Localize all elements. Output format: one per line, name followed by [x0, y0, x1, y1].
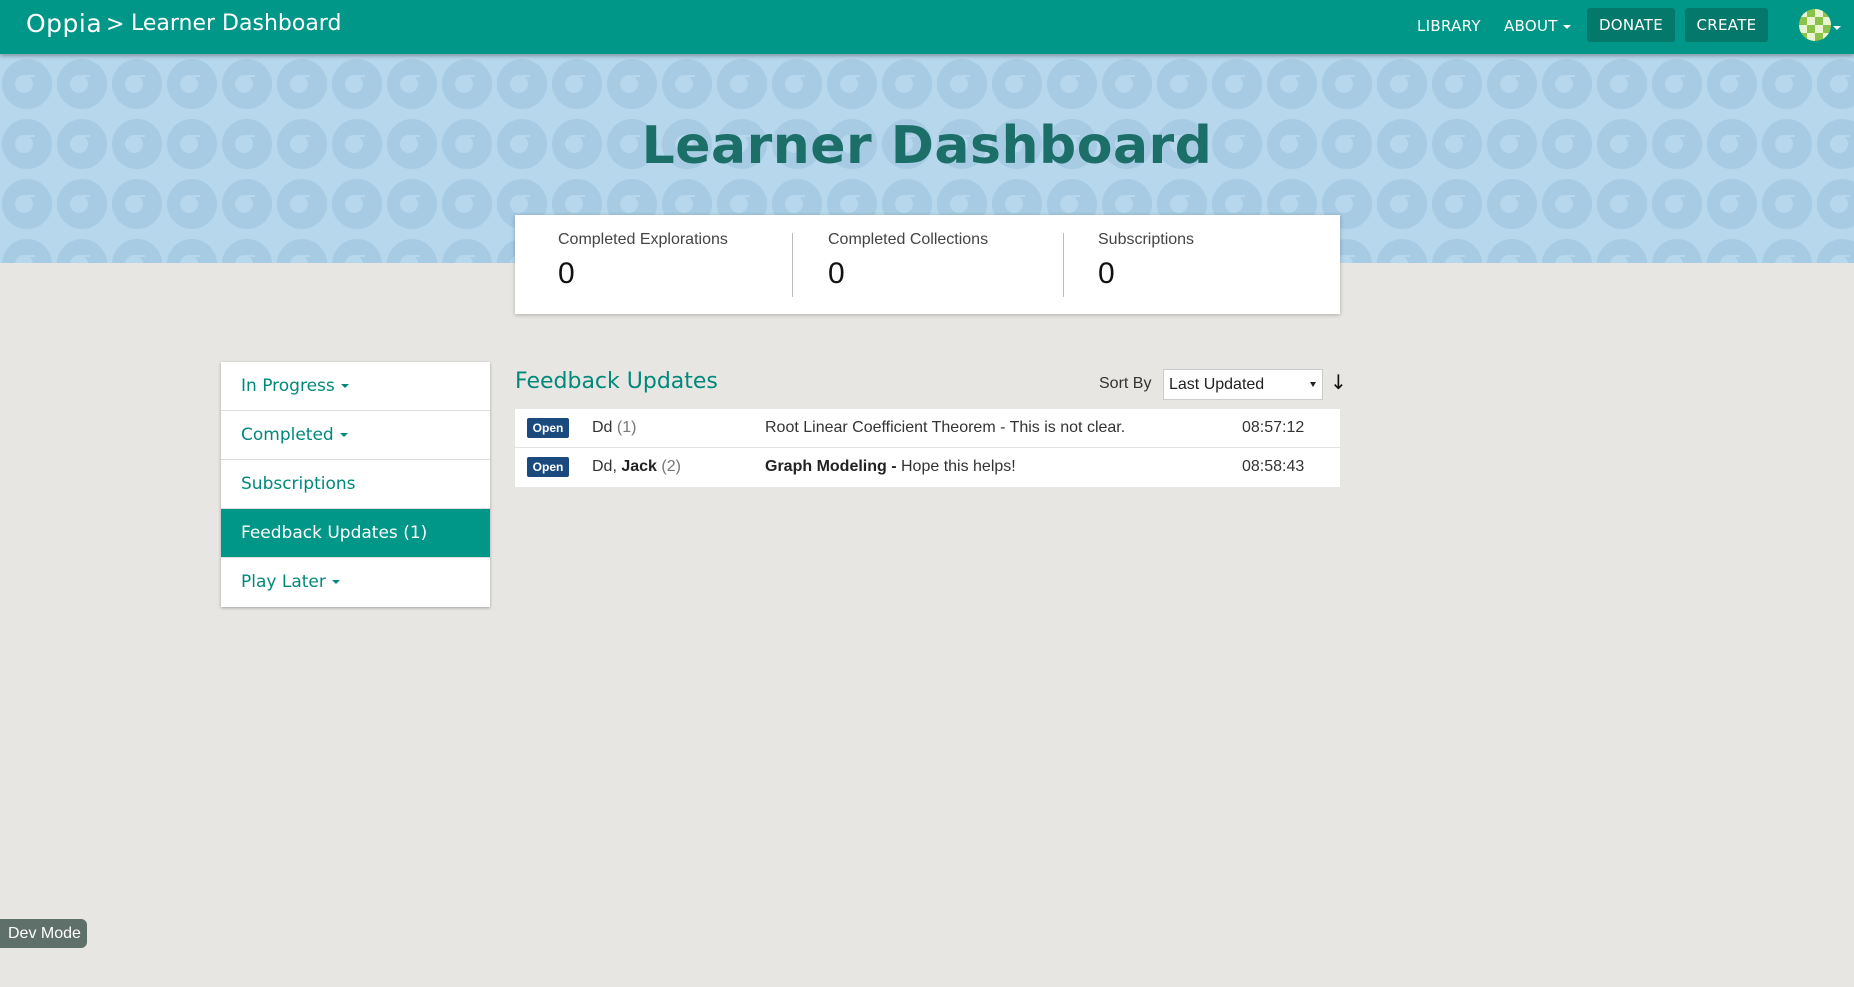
- select-caret-icon: [1310, 382, 1316, 387]
- chevron-down-icon: [1562, 24, 1571, 29]
- feedback-table: Open Dd (1) Root Linear Coefficient Theo…: [515, 409, 1340, 487]
- stat-value: 0: [828, 257, 845, 290]
- table-row[interactable]: Open Dd, Jack (2) Graph Modeling - Hope …: [515, 448, 1340, 487]
- stat-label: Completed Explorations: [558, 231, 728, 248]
- sidebar-item-label: Feedback Updates (1): [241, 523, 428, 543]
- author-names-bold: Jack: [621, 458, 657, 475]
- sidebar-item-in-progress[interactable]: In Progress: [221, 362, 490, 411]
- stat-completed-collections: Completed Collections 0: [828, 231, 1068, 291]
- section-title: Feedback Updates: [515, 369, 718, 394]
- nav-library-link[interactable]: LIBRARY: [1417, 17, 1481, 35]
- oppia-logo[interactable]: Oppia: [26, 9, 102, 38]
- nav-about-dropdown[interactable]: ABOUT: [1504, 17, 1571, 35]
- avatar-chevron-down-icon[interactable]: [1833, 26, 1841, 30]
- top-navbar: Oppia > Learner Dashboard LIBRARY ABOUT …: [0, 0, 1854, 54]
- sidebar-item-label: Subscriptions: [241, 474, 356, 494]
- thread-authors: Dd, Jack (2): [592, 458, 681, 476]
- subject-text: Root Linear Coefficient Theorem - This i…: [765, 419, 1126, 436]
- sidebar-item-label: In Progress: [241, 376, 335, 396]
- subject-text: Hope this helps!: [896, 458, 1016, 475]
- stat-divider: [1063, 233, 1064, 297]
- sidebar-item-completed[interactable]: Completed: [221, 411, 490, 460]
- thread-authors: Dd (1): [592, 419, 636, 437]
- create-button[interactable]: CREATE: [1685, 8, 1768, 42]
- chevron-down-icon: [340, 384, 349, 388]
- dev-mode-badge: Dev Mode: [0, 919, 87, 948]
- stats-card: Completed Explorations 0 Completed Colle…: [515, 215, 1340, 314]
- status-badge: Open: [527, 418, 569, 438]
- breadcrumb-page-name: Learner Dashboard: [131, 11, 342, 36]
- sort-by-select[interactable]: Last Updated: [1163, 369, 1323, 400]
- stat-value: 0: [558, 257, 575, 290]
- stat-subscriptions: Subscriptions 0: [1098, 231, 1338, 291]
- thread-subject: Graph Modeling - Hope this helps!: [765, 458, 1016, 476]
- table-row[interactable]: Open Dd (1) Root Linear Coefficient Theo…: [515, 409, 1340, 448]
- sidebar-item-subscriptions[interactable]: Subscriptions: [221, 460, 490, 509]
- stat-completed-explorations: Completed Explorations 0: [558, 231, 798, 291]
- dashboard-sidebar: In Progress Completed Subscriptions Feed…: [221, 362, 490, 607]
- user-avatar[interactable]: [1799, 9, 1831, 41]
- page-title: Learner Dashboard: [641, 116, 1213, 176]
- sidebar-item-play-later[interactable]: Play Later: [221, 558, 490, 607]
- message-count: (1): [616, 419, 637, 436]
- chevron-down-icon: [339, 433, 348, 437]
- stat-value: 0: [1098, 257, 1115, 290]
- donate-button[interactable]: DONATE: [1587, 8, 1675, 42]
- sort-by-label: Sort By: [1099, 375, 1152, 392]
- thread-subject: Root Linear Coefficient Theorem - This i…: [765, 419, 1125, 437]
- stat-label: Subscriptions: [1098, 231, 1195, 248]
- chevron-down-icon: [331, 580, 340, 584]
- nav-about-label: ABOUT: [1504, 17, 1558, 35]
- sort-direction-icon[interactable]: ↓: [1330, 370, 1347, 394]
- nav-library-label: LIBRARY: [1417, 17, 1481, 35]
- updated-time: 08:57:12: [1242, 419, 1305, 436]
- breadcrumb-separator: >: [106, 12, 125, 37]
- stat-divider: [792, 233, 793, 297]
- author-names: Dd,: [592, 458, 622, 475]
- sort-by-value: Last Updated: [1169, 376, 1265, 393]
- sidebar-item-label: Play Later: [241, 572, 326, 592]
- sidebar-item-label: Completed: [241, 425, 334, 445]
- status-badge: Open: [527, 457, 569, 477]
- author-names: Dd: [592, 419, 613, 436]
- message-count: (2): [661, 458, 681, 475]
- updated-time: 08:58:43: [1242, 458, 1305, 475]
- stat-label: Completed Collections: [828, 231, 989, 248]
- exploration-title: Graph Modeling -: [765, 458, 897, 475]
- sidebar-item-feedback-updates[interactable]: Feedback Updates (1): [221, 509, 490, 558]
